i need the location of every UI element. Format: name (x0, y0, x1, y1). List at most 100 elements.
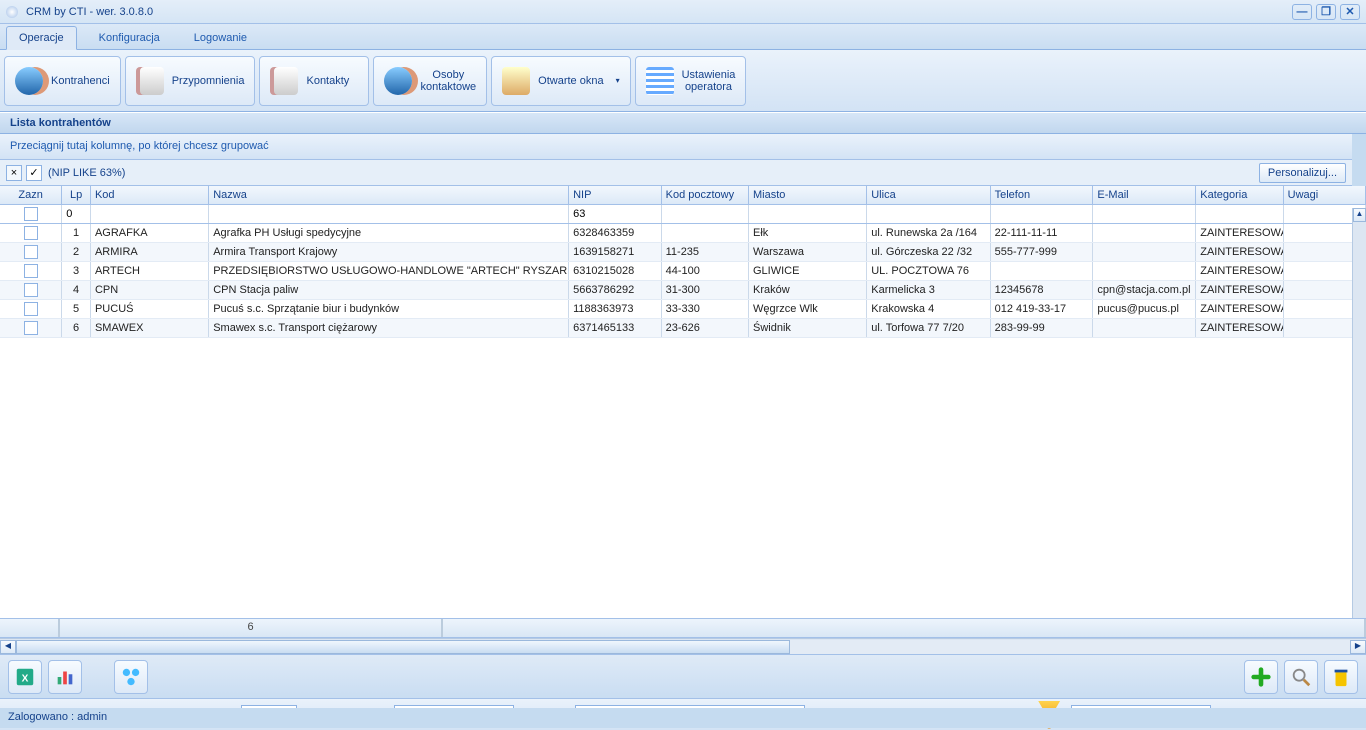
horizontal-scrollbar[interactable]: ◀ ▶ (0, 638, 1366, 654)
row-checkbox[interactable] (24, 245, 38, 259)
ribbon-otwarte-okna[interactable]: Otwarte okna▾ (491, 56, 630, 106)
table-row[interactable]: 6SMAWEXSmawex s.c. Transport ciężarowy63… (0, 318, 1366, 337)
col-header-ulica[interactable]: Ulica (867, 186, 990, 204)
filter-kod-input[interactable] (95, 208, 204, 220)
row-checkbox[interactable] (24, 264, 38, 278)
col-header-email[interactable]: E-Mail (1093, 186, 1196, 204)
app-icon (6, 6, 18, 18)
cell: ARMIRA (90, 242, 208, 261)
col-header-miasto[interactable]: Miasto (749, 186, 867, 204)
cell: 6371465133 (569, 318, 662, 337)
cell: 44-100 (661, 261, 748, 280)
filter-uwagi-input[interactable] (1288, 208, 1361, 220)
table-row[interactable]: 1AGRAFKAAgrafka PH Usługi spedycyjne6328… (0, 223, 1366, 242)
row-checkbox[interactable] (24, 226, 38, 240)
cell (1093, 261, 1196, 280)
col-header-nip[interactable]: NIP (569, 186, 662, 204)
ribbon-kontakty[interactable]: Kontakty (259, 56, 369, 106)
col-header-kategoria[interactable]: Kategoria (1196, 186, 1283, 204)
cell: ZAINTERESOWAN (1196, 318, 1283, 337)
row-checkbox[interactable] (24, 283, 38, 297)
cell (0, 223, 62, 242)
col-header-kod[interactable]: Kod (90, 186, 208, 204)
ribbon-przypomnienia[interactable]: Przypomnienia (125, 56, 256, 106)
table-row[interactable]: 4CPNCPN Stacja paliw566378629231-300Krak… (0, 280, 1366, 299)
col-header-lp[interactable]: Lp (62, 186, 91, 204)
col-header-telefon[interactable]: Telefon (990, 186, 1093, 204)
plus-icon (1250, 666, 1272, 688)
group-by-strip[interactable]: Przeciągnij tutaj kolumnę, po której chc… (0, 134, 1352, 160)
filter-tel-input[interactable] (995, 208, 1089, 220)
minimize-button[interactable]: — (1292, 4, 1312, 20)
ribbon-osoby-kontaktowe[interactable]: Osoby kontaktowe (373, 56, 487, 106)
cell: SMAWEX (90, 318, 208, 337)
cell (0, 242, 62, 261)
cell: 23-626 (661, 318, 748, 337)
clear-filter-button[interactable]: × (6, 165, 22, 181)
vertical-scrollbar[interactable]: ▲ (1352, 208, 1366, 618)
row-checkbox[interactable] (24, 321, 38, 335)
maximize-button[interactable]: ❐ (1316, 4, 1336, 20)
filter-pocz-input[interactable] (666, 208, 744, 220)
tab-konfiguracja[interactable]: Konfiguracja (87, 27, 172, 49)
row-count: 6 (60, 619, 443, 637)
scroll-up-arrow[interactable]: ▲ (1353, 208, 1366, 222)
table-row[interactable]: 3ARTECHPRZEDSIĘBIORSTWO USŁUGOWO-HANDLOW… (0, 261, 1366, 280)
export-excel-button[interactable]: X (8, 660, 42, 694)
table-row[interactable]: 5PUCUŚPucuś s.c. Sprzątanie biur i budyn… (0, 299, 1366, 318)
tab-operacje[interactable]: Operacje (6, 26, 77, 50)
tab-logowanie[interactable]: Logowanie (182, 27, 259, 49)
cell: AGRAFKA (90, 223, 208, 242)
cell: 555-777-999 (990, 242, 1093, 261)
col-header-zazn[interactable]: Zazn (0, 186, 62, 204)
scroll-right-arrow[interactable]: ▶ (1350, 640, 1366, 654)
cell: ul. Torfowa 77 7/20 (867, 318, 990, 337)
windows-icon (502, 67, 530, 95)
filter-nip-input[interactable] (573, 208, 657, 220)
list-title: Lista kontrahentów (0, 112, 1366, 134)
people-icon (15, 67, 43, 95)
col-header-nazwa[interactable]: Nazwa (209, 186, 569, 204)
add-button[interactable] (1244, 660, 1278, 694)
cell: 11-235 (661, 242, 748, 261)
trash-icon (1330, 666, 1352, 688)
filter-nazwa-input[interactable] (213, 208, 564, 220)
filter-email-input[interactable] (1097, 208, 1191, 220)
delete-button[interactable] (1324, 660, 1358, 694)
cell: Świdnik (749, 318, 867, 337)
scroll-left-arrow[interactable]: ◀ (0, 640, 16, 654)
main-tabs: Operacje Konfiguracja Logowanie (0, 24, 1366, 50)
chart-button[interactable] (48, 660, 82, 694)
chart-icon (54, 666, 76, 688)
personalize-button[interactable]: Personalizuj... (1259, 163, 1346, 183)
table-row[interactable]: 2ARMIRAArmira Transport Krajowy163915827… (0, 242, 1366, 261)
filter-enabled-checkbox[interactable]: ✓ (26, 165, 42, 181)
cell: pucus@pucus.pl (1093, 299, 1196, 318)
filter-zazn-checkbox[interactable] (24, 207, 38, 221)
grid-summary-bar: 6 (0, 618, 1366, 638)
filter-miasto-input[interactable] (753, 208, 862, 220)
filter-kat-input[interactable] (1200, 208, 1278, 220)
close-button[interactable]: ✕ (1340, 4, 1360, 20)
cell: Pucuś s.c. Sprzątanie biur i budynków (209, 299, 569, 318)
cell: CPN (90, 280, 208, 299)
cell: 6 (62, 318, 91, 337)
filter-lp-input[interactable] (66, 208, 86, 220)
scroll-thumb[interactable] (16, 640, 790, 654)
status-bar: Zalogowano : admin (0, 708, 1366, 728)
filter-ulica-input[interactable] (871, 208, 985, 220)
contact-persons-icon (384, 67, 412, 95)
search-button[interactable] (1284, 660, 1318, 694)
cell: GLIWICE (749, 261, 867, 280)
col-header-uwagi[interactable]: Uwagi (1283, 186, 1365, 204)
ribbon-kontrahenci[interactable]: Kontrahenci (4, 56, 121, 106)
col-header-kod-pocztowy[interactable]: Kod pocztowy (661, 186, 748, 204)
cell: ZAINTERESOWAN (1196, 261, 1283, 280)
cell: ZAINTERESOWAN (1196, 223, 1283, 242)
grid-header-row: Zazn Lp Kod Nazwa NIP Kod pocztowy Miast… (0, 186, 1366, 204)
ribbon-ustawienia-operatora[interactable]: Ustawienia operatora (635, 56, 747, 106)
row-checkbox[interactable] (24, 302, 38, 316)
relations-button[interactable] (114, 660, 148, 694)
cell: ARTECH (90, 261, 208, 280)
cell: 1639158271 (569, 242, 662, 261)
